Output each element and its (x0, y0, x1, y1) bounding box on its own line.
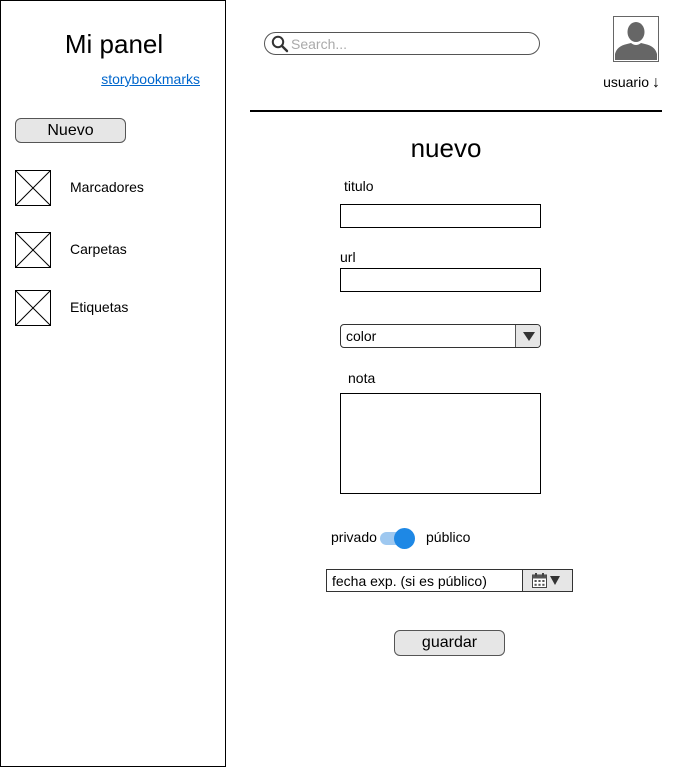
note-textarea[interactable] (340, 393, 541, 494)
color-select[interactable]: color (340, 324, 541, 348)
sidebar-item-label: Marcadores (70, 179, 144, 195)
url-label: url (340, 249, 356, 265)
search-box[interactable] (264, 32, 540, 55)
form-title: nuevo (410, 133, 482, 163)
image-placeholder-icon (15, 290, 51, 326)
sidebar: Mi panel storybookmarks Nuevo Marcadores… (0, 0, 226, 767)
sidebar-item-carpetas[interactable]: Carpetas (15, 232, 215, 268)
save-button[interactable]: guardar (394, 630, 505, 656)
toggle-knob (394, 528, 415, 549)
image-placeholder-icon (15, 232, 51, 268)
public-label: público (426, 529, 471, 545)
title-input[interactable] (340, 204, 541, 228)
new-button[interactable]: Nuevo (15, 118, 126, 143)
search-icon (271, 35, 289, 53)
url-input[interactable] (340, 268, 541, 292)
note-label: nota (348, 370, 376, 386)
chevron-down-icon (515, 325, 540, 347)
calendar-icon (532, 573, 547, 593)
private-label: privado (331, 529, 377, 545)
app-title: Mi panel (64, 29, 164, 59)
user-label: usuario (603, 74, 649, 90)
sidebar-item-label: Carpetas (70, 241, 127, 257)
title-label: titulo (344, 178, 374, 194)
sidebar-item-marcadores[interactable]: Marcadores (15, 170, 215, 206)
arrow-down-icon: ↓ (652, 74, 660, 91)
date-picker-button[interactable] (522, 570, 572, 591)
user-avatar-icon[interactable] (613, 16, 659, 62)
color-select-value: color (346, 328, 377, 344)
header-divider (250, 110, 662, 112)
visibility-toggle[interactable] (380, 528, 416, 550)
expiry-date-picker[interactable]: fecha exp. (si es público) (326, 569, 573, 592)
date-placeholder: fecha exp. (si es público) (332, 573, 487, 589)
user-menu[interactable]: usuario ↓ (603, 74, 660, 92)
chevron-down-icon (550, 576, 560, 585)
sidebar-item-label: Etiquetas (70, 299, 129, 315)
search-input[interactable] (291, 35, 531, 52)
image-placeholder-icon (15, 170, 51, 206)
sidebar-item-etiquetas[interactable]: Etiquetas (15, 290, 215, 326)
storybookmarks-link[interactable]: storybookmarks (101, 71, 200, 87)
